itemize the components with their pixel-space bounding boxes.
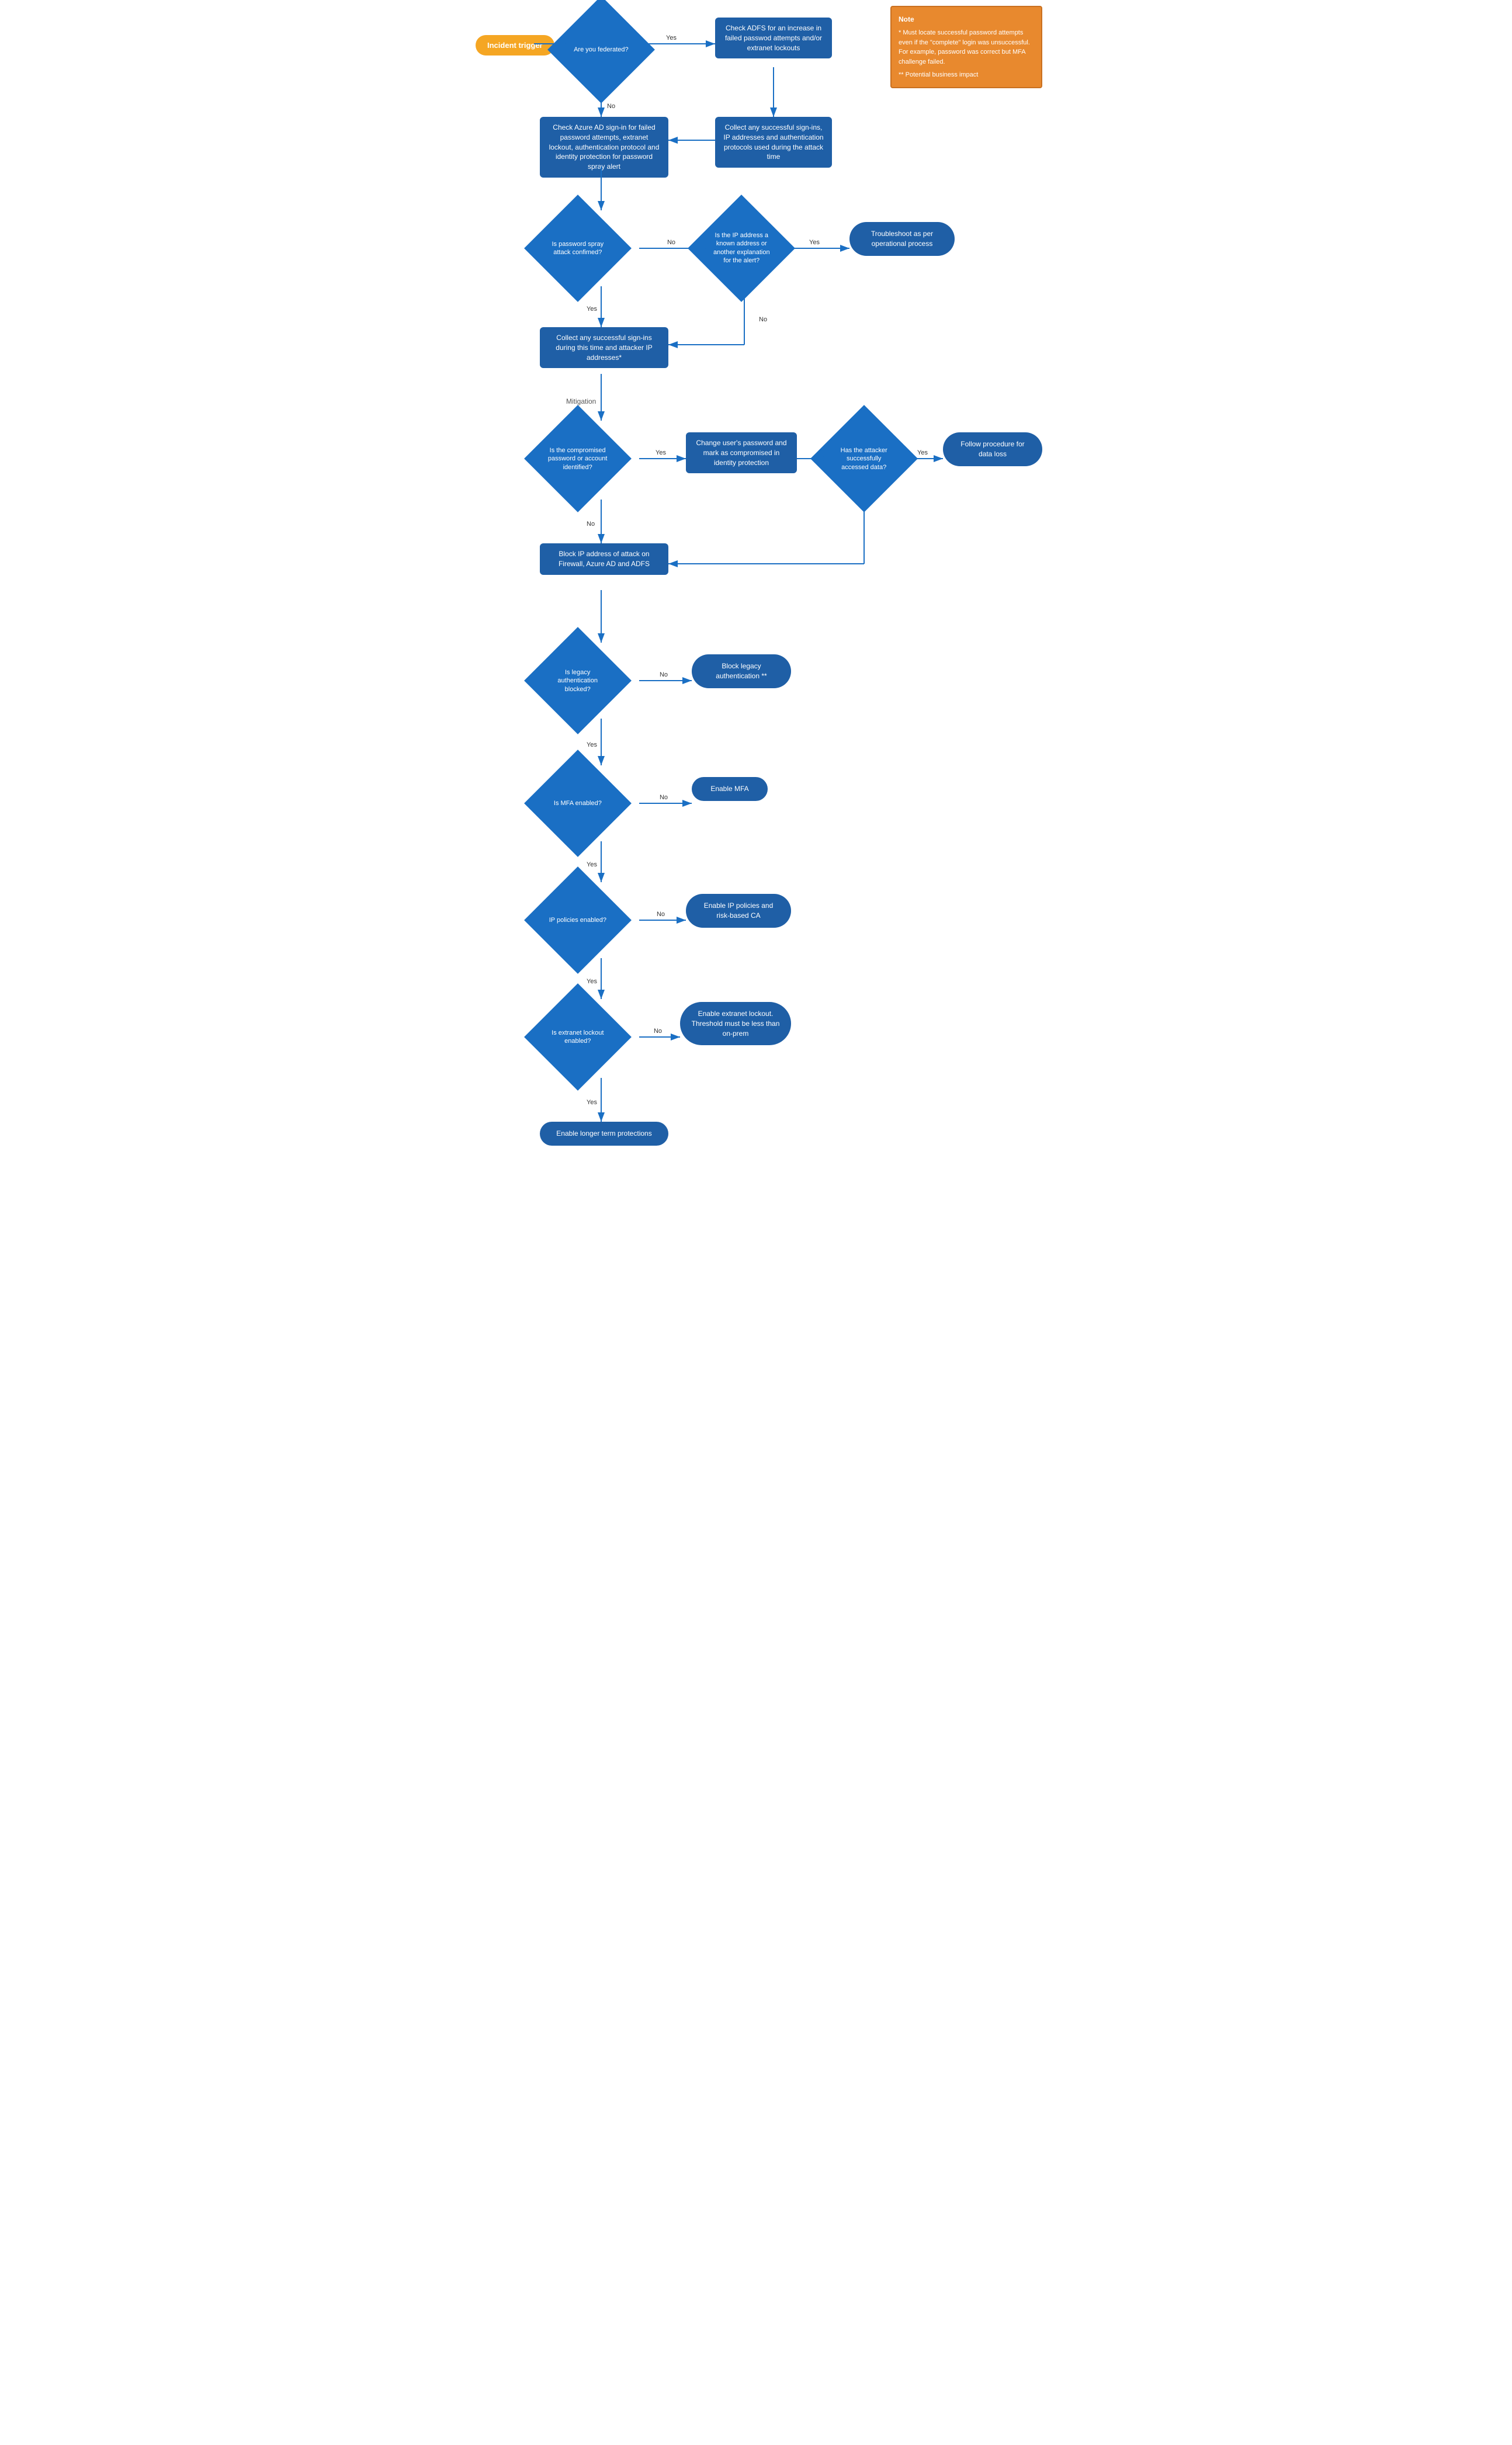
attacker-accessed-diamond: Has the attacker successfully accessed d… (826, 421, 902, 497)
check-azure-box: Check Azure AD sign-in for failed passwo… (540, 117, 668, 178)
incident-trigger: Incident trigger (476, 35, 554, 56)
enable-ip-box: Enable IP policies and risk-based CA (686, 894, 791, 928)
yes-label-compromised: Yes (656, 449, 666, 456)
no-label-spray: No (667, 239, 675, 246)
legacy-blocked-diamond: Is legacy authentication blocked? (540, 643, 616, 719)
password-spray-diamond: Is password spray attack confimed? (540, 210, 616, 286)
federated-diamond: Are you federated? (563, 12, 639, 88)
ip-policies-diamond: IP policies enabled? (540, 882, 616, 958)
follow-procedure-box: Follow procedure for data loss (943, 432, 1042, 466)
mitigation-label: Mitigation (566, 397, 596, 405)
note-line-1: * Must locate successful password attemp… (899, 28, 1034, 67)
note-box: Note * Must locate successful password a… (890, 6, 1042, 88)
check-adfs-box: Check ADFS for an increase in failed pas… (715, 18, 832, 58)
enable-mfa-box: Enable MFA (692, 777, 768, 801)
yes-label-federated: Yes (666, 34, 677, 41)
no-label-legacy: No (660, 671, 668, 678)
no-label-mfa: No (660, 794, 668, 801)
ip-known-diamond: Is the IP address a known address or ano… (703, 210, 779, 286)
no-label-federated: No (607, 103, 615, 110)
note-line-2: ** Potential business impact (899, 70, 1034, 80)
mfa-enabled-diamond: Is MFA enabled? (540, 765, 616, 841)
no-label-extranet: No (654, 1028, 662, 1035)
enable-longer-box: Enable longer term protections (540, 1122, 668, 1146)
block-ip-box: Block IP address of attack on Firewall, … (540, 543, 668, 575)
enable-extranet-box: Enable extranet lockout. Threshold must … (680, 1002, 791, 1045)
yes-label-mfa: Yes (587, 861, 597, 868)
troubleshoot-box: Troubleshoot as per operational process (849, 222, 955, 256)
no-label-ip: No (759, 316, 767, 323)
yes-label-attacker: Yes (917, 449, 928, 456)
note-title: Note (899, 14, 1034, 25)
yes-label-ip: Yes (809, 239, 820, 246)
compromised-diamond: Is the compromised password or account i… (540, 421, 616, 497)
yes-label-legacy: Yes (587, 741, 597, 748)
block-legacy-box: Block legacy authentication ** (692, 654, 791, 688)
yes-label-spray: Yes (587, 306, 597, 313)
no-label-ip-policies: No (657, 911, 665, 918)
change-password-box: Change user's password and mark as compr… (686, 432, 797, 473)
collect-signins-box: Collect any successful sign-ins, IP addr… (715, 117, 832, 168)
extranet-lockout-diamond: Is extranet lockout enabled? (540, 999, 616, 1075)
yes-label-extranet: Yes (587, 1099, 597, 1106)
yes-label-ip-policies: Yes (587, 978, 597, 985)
collect-attacker-box: Collect any successful sign-ins during t… (540, 327, 668, 368)
no-label-compromised: No (587, 521, 595, 528)
